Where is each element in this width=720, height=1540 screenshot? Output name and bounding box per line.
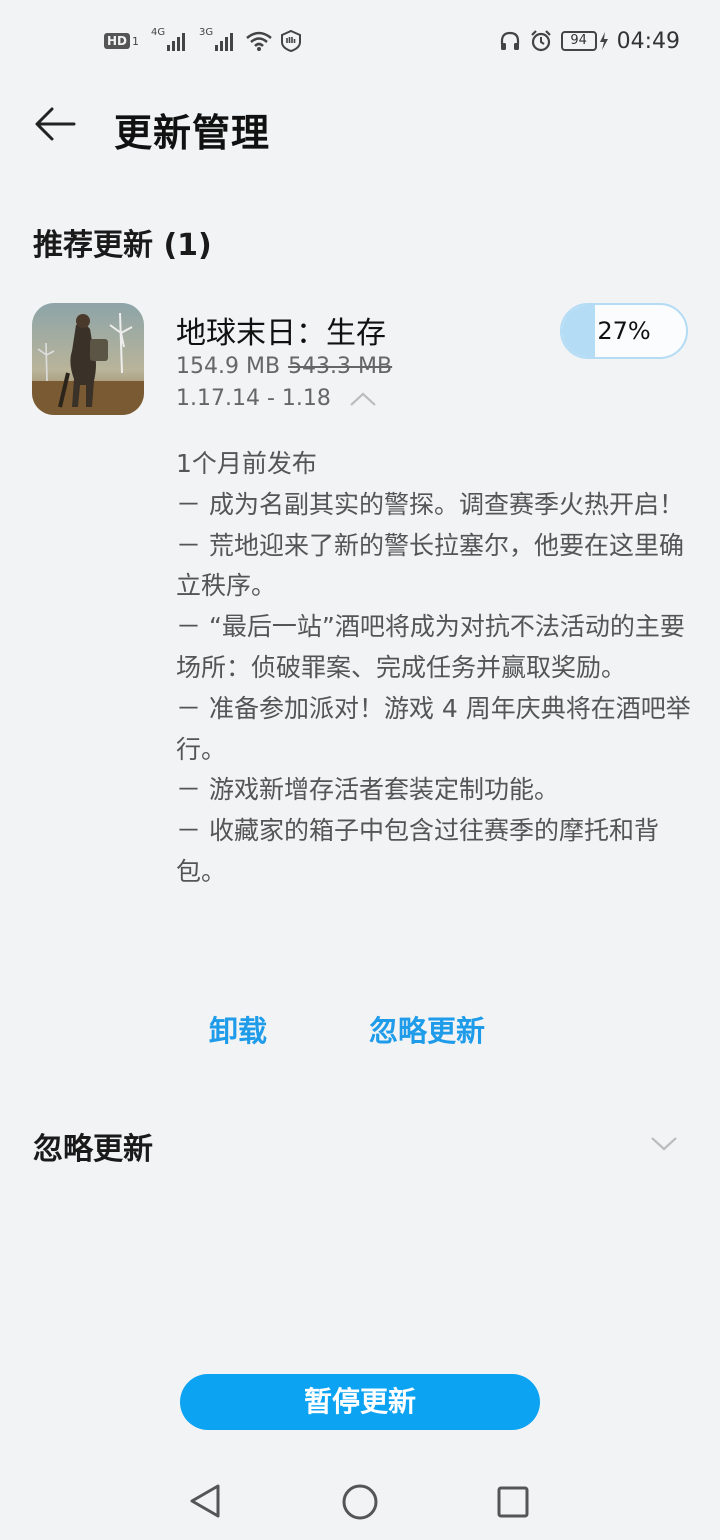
uninstall-button[interactable]: 卸载 (209, 1008, 267, 1050)
nav-recents-button[interactable] (489, 1478, 537, 1526)
chevron-down-icon (651, 1137, 677, 1151)
app-version: 1.17.14 - 1.18 (176, 386, 331, 411)
release-note-line: － 收藏家的箱子中包含过往赛季的摩托和背包。 (176, 816, 659, 886)
signal-icon-4g: 4G (151, 27, 186, 51)
nav-home-icon (342, 1484, 378, 1520)
back-arrow-icon (35, 107, 76, 141)
ignore-update-button[interactable]: 忽略更新 (369, 1008, 485, 1050)
download-size: 154.9 MB (176, 354, 281, 379)
pause-update-button[interactable]: 暂停更新 (180, 1374, 540, 1430)
status-bar: HD 1 4G 3G 94 04:49 (0, 0, 720, 84)
game-artwork-icon (32, 303, 144, 415)
section-title-ignored: 忽略更新 (33, 1132, 153, 1167)
chevron-up-icon[interactable] (349, 391, 377, 407)
page-title: 更新管理 (114, 111, 271, 155)
download-progress-button[interactable]: 27% (560, 303, 688, 359)
app-name: 地球末日：生存 (176, 316, 386, 351)
release-notes: 1个月前发布 － 成为名副其实的警探。调查赛季火热开启！ － 荒地迎来了新的警长拉塞… (176, 444, 692, 893)
nav-back-icon (190, 1484, 220, 1518)
hd-badge: HD (104, 33, 131, 49)
app-version-row: 1.17.14 - 1.18 (176, 386, 377, 411)
ignored-updates-section[interactable]: 忽略更新 (0, 1110, 720, 1180)
nav-back-button[interactable] (182, 1478, 230, 1526)
status-bar-right: 94 04:49 (499, 26, 680, 56)
release-note-line: － “最后一站”酒吧将成为对抗不法活动的主要场所：侦破罪案、完成任务并赢取奖励。 (176, 612, 685, 682)
app-size: 154.9 MB 543.3 MB (176, 354, 392, 379)
hand-shield-icon (281, 29, 302, 53)
release-note-line: － 成为名副其实的警探。调查赛季火热开启！ (176, 489, 684, 519)
sim-indicator: 1 (132, 34, 140, 48)
app-icon[interactable] (32, 303, 144, 415)
section-title-recommended: 推荐更新 (1) (33, 228, 212, 263)
headset-icon (500, 31, 519, 50)
status-bar-left: HD 1 4G 3G (104, 26, 303, 56)
charging-icon (599, 32, 608, 50)
back-button[interactable] (30, 100, 82, 148)
clock: 04:49 (616, 28, 680, 54)
full-size: 543.3 MB (288, 354, 393, 379)
nav-recents-icon (497, 1486, 529, 1518)
release-note-line: 1个月前发布 (176, 449, 317, 478)
release-note-line: － 准备参加派对！游戏 4 周年庆典将在酒吧举行。 (176, 693, 691, 764)
signal-icon-3g: 3G (199, 27, 234, 51)
nav-home-button[interactable] (336, 1478, 384, 1526)
release-note-line: － 游戏新增存活者套装定制功能。 (176, 775, 559, 805)
system-nav-bar (0, 1460, 720, 1540)
release-note-line: － 荒地迎来了新的警长拉塞尔，他要在这里确立秩序。 (176, 530, 684, 601)
progress-label: 27% (597, 317, 651, 345)
alarm-icon (530, 30, 551, 52)
wifi-icon (246, 31, 272, 51)
battery-indicator: 94 (560, 31, 597, 51)
